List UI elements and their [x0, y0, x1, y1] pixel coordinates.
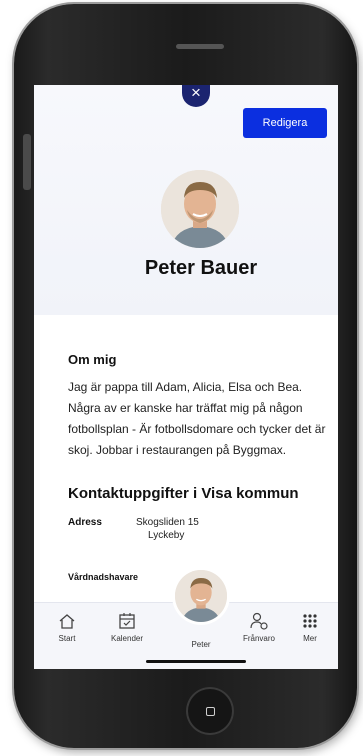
tab-absence-label: Frånvaro: [242, 634, 275, 643]
tab-peter-label[interactable]: Peter: [171, 640, 231, 649]
home-icon: [38, 610, 96, 632]
address-line-1: Skogsliden 15: [136, 517, 199, 528]
tab-peter-photo: [175, 570, 227, 622]
about-title: Om mig: [68, 352, 117, 367]
tab-bar: Start Kalender Peter Frånvaro Mer: [34, 570, 338, 669]
home-button-icon: [206, 707, 215, 716]
tab-start[interactable]: Start: [38, 603, 96, 643]
tab-peter-avatar[interactable]: [175, 570, 227, 622]
guardian-label: Vårdnadshavare: [68, 572, 139, 582]
person-absence-icon: [230, 610, 288, 632]
address-line-2: Lyckeby: [148, 530, 185, 541]
about-text: Jag är pappa till Adam, Alicia, Elsa och…: [68, 380, 326, 457]
contact-title: Kontaktuppgifter i Visa kommun: [68, 485, 299, 502]
address-label: Adress: [68, 517, 102, 528]
tab-start-label: Start: [58, 634, 76, 643]
tab-more[interactable]: Mer: [281, 603, 338, 643]
grid-dots-icon: [281, 610, 338, 632]
profile-name: Peter Bauer: [144, 257, 258, 279]
address-value: Skogsliden 15 Lyckeby: [136, 516, 199, 542]
speaker-grille: [176, 44, 224, 49]
home-button[interactable]: [186, 687, 234, 735]
side-button: [23, 134, 31, 190]
tab-absence[interactable]: Frånvaro: [230, 603, 288, 643]
tab-calendar-label: Kalender: [110, 634, 144, 643]
tab-calendar[interactable]: Kalender: [98, 603, 156, 643]
app-screen: × Redigera Peter Bauer Om mig Jag är pap…: [34, 85, 338, 669]
profile-avatar: [161, 170, 239, 248]
calendar-icon: [98, 610, 156, 632]
profile-photo: [161, 170, 239, 248]
close-icon: ×: [191, 85, 201, 102]
tab-more-label: Mer: [303, 634, 317, 643]
edit-button[interactable]: Redigera: [243, 108, 327, 138]
profile-header: × Redigera Peter Bauer: [34, 85, 338, 315]
close-button[interactable]: ×: [182, 85, 210, 107]
home-indicator: [146, 660, 246, 663]
